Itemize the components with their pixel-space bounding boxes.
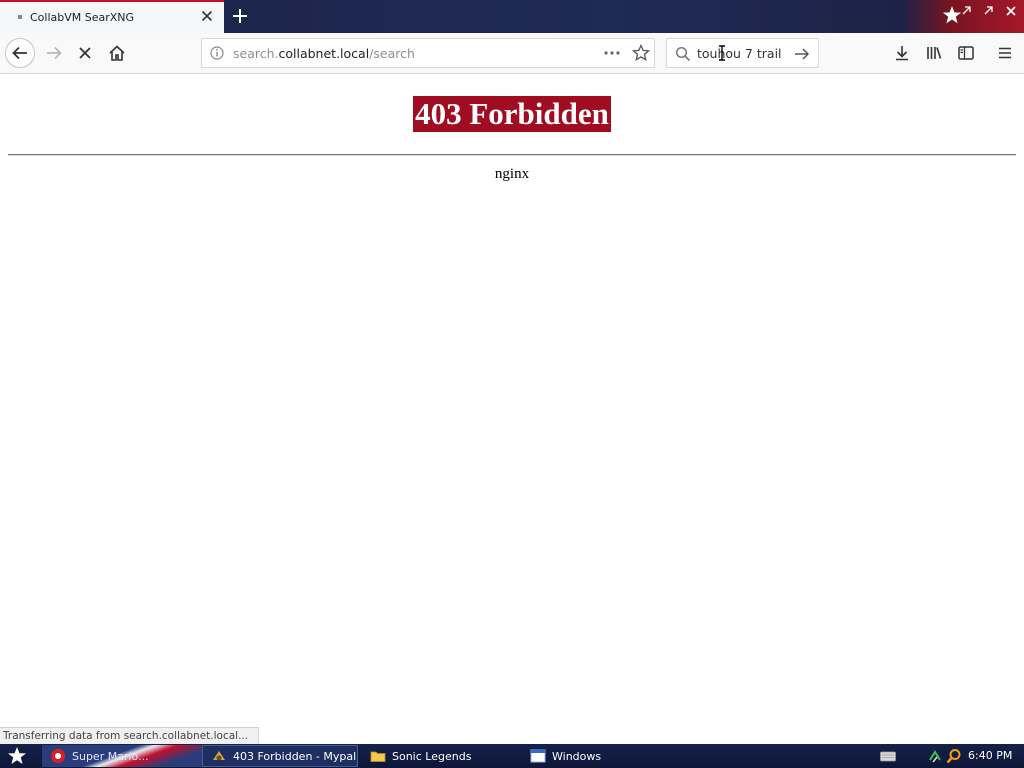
server-container: nginx: [0, 166, 1024, 183]
tab-searxng[interactable]: CollabVM SearXNG: [0, 0, 224, 33]
menu-button[interactable]: [991, 39, 1019, 67]
info-icon[interactable]: [210, 46, 224, 60]
tab-favicon-icon: [18, 15, 22, 19]
window-controls: [956, 4, 1018, 18]
library-icon: [927, 47, 942, 59]
url-text[interactable]: search.collabnet.local/search: [233, 46, 415, 61]
sidebar-icon: [958, 46, 974, 60]
download-icon: [896, 46, 908, 61]
hamburger-menu-icon: [999, 47, 1011, 59]
bookmark-star-icon[interactable]: [632, 44, 650, 62]
back-arrow-icon: [12, 46, 27, 60]
network-icon[interactable]: [928, 748, 942, 764]
taskbar-item-label: Sonic Legends: [392, 749, 472, 763]
taskbar-item-label: Windows: [552, 749, 602, 763]
downloads-button[interactable]: [888, 39, 916, 67]
page-actions-icon[interactable]: [602, 45, 622, 61]
nav-toolbar: search.collabnet.local/search touhou 7 t…: [0, 33, 1024, 74]
browser-app-icon: [213, 751, 225, 761]
horizontal-rule: [8, 154, 1016, 156]
stop-icon: [79, 47, 91, 59]
url-bar[interactable]: search.collabnet.local/search: [201, 38, 655, 68]
taskbar-item-label: Super Mario...: [72, 749, 149, 763]
stop-button[interactable]: [71, 39, 99, 67]
url-prefix: search.: [233, 46, 279, 61]
keyboard-icon[interactable]: [880, 750, 896, 762]
taskbar-item-browser[interactable]: 403 Forbidden - Mypal: [202, 745, 358, 767]
heading-container: 403 Forbidden: [0, 96, 1024, 132]
forward-arrow-icon: [47, 46, 62, 60]
taskbar-item-sonic[interactable]: Sonic Legends: [362, 745, 522, 767]
restore-icon[interactable]: [982, 4, 996, 18]
mario-app-icon: [51, 749, 65, 763]
home-icon: [109, 45, 125, 61]
server-name: nginx: [494, 166, 530, 182]
taskbar-item-mario[interactable]: Super Mario...: [42, 745, 202, 767]
taskbar-item-label: 403 Forbidden - Mypal: [233, 749, 357, 763]
search-icon: [675, 46, 691, 62]
close-tab-icon[interactable]: [198, 7, 216, 25]
back-button[interactable]: [5, 38, 35, 68]
window-app-icon: [530, 749, 546, 763]
folder-icon: [370, 751, 386, 762]
new-tab-button[interactable]: [229, 5, 251, 27]
library-button[interactable]: [920, 39, 948, 67]
clock[interactable]: 6:40 PM: [968, 749, 1012, 762]
home-button[interactable]: [103, 39, 131, 67]
close-window-icon[interactable]: [1004, 4, 1018, 18]
url-path: /search: [369, 46, 415, 61]
taskbar-item-windows[interactable]: Windows: [522, 745, 682, 767]
taskbar: Super Mario... 403 Forbidden - Mypal Son…: [0, 744, 1024, 768]
minimize-icon[interactable]: [960, 4, 974, 18]
url-host: collabnet.local: [278, 46, 370, 61]
error-heading: 403 Forbidden: [413, 96, 611, 132]
tab-strip: CollabVM SearXNG: [0, 0, 1024, 33]
magnifier-icon[interactable]: [946, 748, 962, 764]
search-go-icon[interactable]: [793, 45, 811, 63]
sidebar-button[interactable]: [952, 39, 980, 67]
search-bar[interactable]: touhou 7 trail: [666, 38, 819, 68]
text-cursor-icon: [719, 45, 725, 61]
search-input[interactable]: touhou 7 trail: [697, 46, 782, 61]
page-content: 403 Forbidden nginx: [0, 74, 1024, 744]
forward-button[interactable]: [40, 39, 68, 67]
system-tray: 6:40 PM: [874, 744, 1024, 768]
tab-title: CollabVM SearXNG: [30, 11, 135, 24]
status-panel: Transferring data from search.collabnet.…: [0, 727, 260, 745]
start-button[interactable]: [6, 746, 28, 766]
